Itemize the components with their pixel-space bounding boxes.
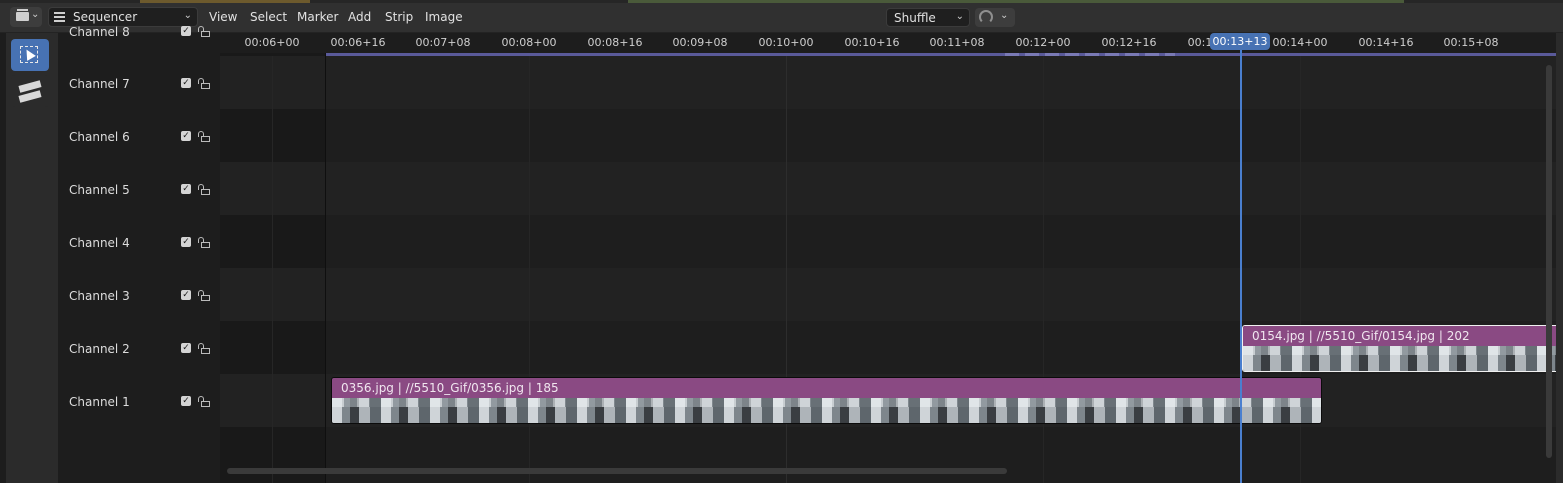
frame-range-bar: [326, 53, 1556, 56]
channel-name[interactable]: Channel 3: [69, 289, 130, 303]
menu-select[interactable]: Select: [250, 10, 287, 24]
unlock-icon[interactable]: [198, 290, 210, 302]
magnet-icon: [979, 10, 993, 24]
channel-row: Channel 8 ✓: [58, 23, 218, 43]
time-ruler[interactable]: 00:06+00 00:06+16 00:07+08 00:08+00 00:0…: [220, 33, 1556, 53]
unlock-icon[interactable]: [198, 237, 210, 249]
channel-name[interactable]: Channel 6: [69, 130, 130, 144]
unlock-icon[interactable]: [198, 396, 210, 408]
ruler-tick: 00:10+00: [758, 36, 814, 49]
channel-name[interactable]: Channel 2: [69, 342, 130, 356]
channel-band: [220, 109, 1556, 162]
ruler-tick: 00:15+08: [1443, 36, 1499, 49]
menu-view[interactable]: View: [209, 10, 237, 24]
ruler-tick: 00:06+16: [330, 36, 386, 49]
channel-visibility-checkbox[interactable]: ✓: [181, 184, 191, 194]
channel-visibility-checkbox[interactable]: ✓: [181, 290, 191, 300]
channel-visibility-checkbox[interactable]: ✓: [181, 237, 191, 247]
cache-indicator: [1005, 53, 1175, 56]
ruler-tick: 00:07+08: [415, 36, 471, 49]
channel-visibility-checkbox[interactable]: ✓: [181, 343, 191, 353]
channel-row: Channel 5 ✓: [58, 181, 218, 201]
channel-band: [220, 162, 1556, 215]
playhead[interactable]: [1240, 33, 1242, 483]
playhead-time[interactable]: 00:13+13: [1210, 33, 1270, 50]
image-strip[interactable]: 0154.jpg | //5510_Gif/0154.jpg | 202: [1242, 325, 1556, 372]
channel-visibility-checkbox[interactable]: ✓: [181, 396, 191, 406]
strip-thumbnails: [332, 398, 1321, 423]
unlock-icon[interactable]: [198, 343, 210, 355]
view-type-label: Sequencer: [73, 10, 138, 24]
ruler-tick: 00:11+08: [929, 36, 985, 49]
ruler-tick: 00:12+16: [1101, 36, 1157, 49]
strip-label: 0356.jpg | //5510_Gif/0356.jpg | 185: [341, 381, 559, 395]
ruler-tick: 00:12+00: [1015, 36, 1071, 49]
channel-row: Channel 4 ✓: [58, 234, 218, 254]
menu-add[interactable]: Add: [348, 10, 371, 24]
blade-tool[interactable]: [11, 75, 49, 107]
channel-name[interactable]: Channel 5: [69, 183, 130, 197]
horizontal-scrollbar[interactable]: [227, 468, 1007, 474]
range-start-line: [325, 53, 326, 483]
chevron-down-icon: ⌄: [955, 11, 964, 22]
menu-image[interactable]: Image: [425, 10, 463, 24]
ruler-tick: 00:14+00: [1272, 36, 1328, 49]
ruler-tick: 00:1: [1187, 36, 1213, 49]
top-strip: [0, 0, 1563, 3]
channel-name[interactable]: Channel 4: [69, 236, 130, 250]
tool-shelf: [6, 33, 58, 483]
unlock-icon[interactable]: [198, 78, 210, 90]
channel-name[interactable]: Channel 1: [69, 395, 130, 409]
channel-visibility-checkbox[interactable]: ✓: [181, 78, 191, 88]
editor-type-button[interactable]: ⌄: [10, 7, 42, 27]
select-box-tool[interactable]: [11, 39, 49, 71]
channel-name[interactable]: Channel 8: [69, 25, 130, 39]
unlock-icon[interactable]: [198, 184, 210, 196]
grid-line: [272, 56, 273, 483]
channel-row: Channel 7 ✓: [58, 75, 218, 95]
channel-band: [220, 268, 1556, 321]
channel-row: Channel 1 ✓: [58, 393, 218, 413]
sequencer-icon: [54, 12, 65, 22]
channel-visibility-checkbox[interactable]: ✓: [181, 131, 191, 141]
chevron-down-icon: ⌄: [31, 9, 40, 20]
top-thumbnail: [140, 0, 310, 3]
top-thumbnail: [628, 0, 1404, 3]
ruler-tick: 00:08+16: [587, 36, 643, 49]
channel-band: [220, 215, 1556, 268]
channel-row: Channel 2 ✓: [58, 340, 218, 360]
chevron-down-icon: ⌄: [183, 10, 192, 21]
channel-band: [220, 56, 1556, 109]
sequencer-timeline[interactable]: 00:06+00 00:06+16 00:07+08 00:08+00 00:0…: [220, 33, 1556, 483]
unlock-icon[interactable]: [198, 26, 210, 38]
snap-toggle[interactable]: ⌄: [975, 8, 1015, 27]
menu-strip[interactable]: Strip: [385, 10, 413, 24]
overlap-mode-select[interactable]: Shuffle ⌄: [886, 8, 970, 27]
strip-label: 0154.jpg | //5510_Gif/0154.jpg | 202: [1252, 329, 1470, 343]
image-strip[interactable]: 0356.jpg | //5510_Gif/0356.jpg | 185: [331, 377, 1322, 424]
region-edge: [1556, 33, 1563, 483]
header-bar: ⌄ Sequencer ⌄ View Select Marker Add Str…: [0, 0, 1563, 33]
channel-row: Channel 3 ✓: [58, 287, 218, 307]
menu-marker[interactable]: Marker: [297, 10, 338, 24]
ruler-tick: 00:14+16: [1358, 36, 1414, 49]
channel-visibility-checkbox[interactable]: ✓: [181, 26, 191, 36]
ruler-tick: 00:09+08: [672, 36, 728, 49]
vertical-scrollbar[interactable]: [1546, 65, 1552, 458]
overlap-mode-label: Shuffle: [894, 11, 936, 25]
unlock-icon[interactable]: [198, 131, 210, 143]
strip-thumbnails: [1243, 346, 1556, 371]
clapperboard-icon: [16, 9, 29, 21]
channel-name[interactable]: Channel 7: [69, 77, 130, 91]
channel-list: Channel 8 ✓ Channel 7 ✓ Channel 6 ✓ Chan…: [58, 25, 220, 483]
chevron-down-icon: ⌄: [1000, 10, 1009, 21]
ruler-tick: 00:10+16: [844, 36, 900, 49]
ruler-tick: 00:08+00: [501, 36, 557, 49]
ruler-tick: 00:06+00: [244, 36, 300, 49]
channel-row: Channel 6 ✓: [58, 128, 218, 148]
